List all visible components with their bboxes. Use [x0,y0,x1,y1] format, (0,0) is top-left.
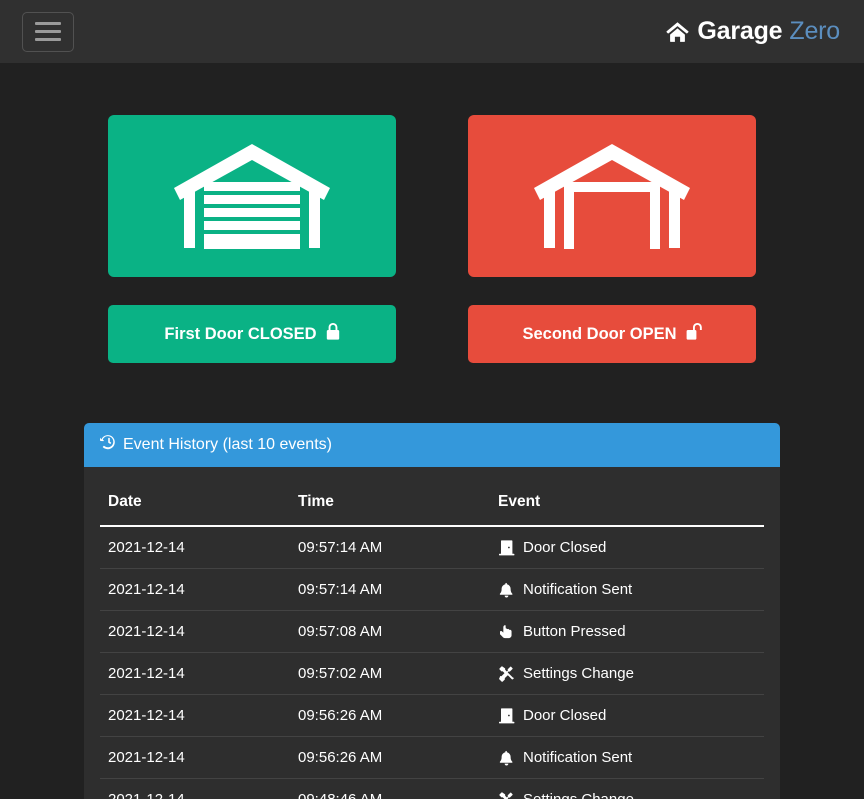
event-label: Door Closed [523,539,607,556]
cell-date: 2021-12-14 [100,568,290,611]
cell-event: Door Closed [490,526,764,569]
door-column-second: Second Door OPEN [468,115,756,363]
event-history-body: Date Time Event 2021-12-14 09:57:14 AM Doo… [84,467,780,799]
door-panel: First Door CLOSED Second Door OPEN [0,63,864,363]
navbar-toggler-button[interactable] [22,11,74,52]
event-label: Door Closed [523,707,607,724]
bell-icon [498,750,515,766]
lock-closed-icon [326,323,340,345]
cell-time: 09:57:02 AM [290,652,490,695]
cell-date: 2021-12-14 [100,652,290,695]
cell-time: 09:56:26 AM [290,736,490,779]
hand-pointer-icon [498,624,515,640]
hamburger-bar [35,22,61,25]
hamburger-bar [35,38,61,41]
event-history-table: Date Time Event 2021-12-14 09:57:14 AM Doo… [100,483,764,799]
cell-event: Notification Sent [490,568,764,611]
garage-open-card[interactable] [468,115,756,277]
lock-open-icon [686,323,702,345]
event-history-card: Event History (last 10 events) Date Time… [84,423,780,799]
home-icon [665,20,690,44]
table-head: Date Time Event [100,483,764,527]
event-cell: Settings Change [498,665,756,682]
cell-event: Settings Change [490,652,764,695]
cell-time: 09:57:14 AM [290,568,490,611]
history-icon [99,434,116,455]
event-history-section: Event History (last 10 events) Date Time… [84,423,780,799]
event-cell: Notification Sent [498,581,756,598]
first-door-status-label: First Door CLOSED [164,324,317,343]
first-door-status-button[interactable]: First Door CLOSED [108,305,396,363]
event-history-title: Event History (last 10 events) [123,435,332,453]
table-row: 2021-12-14 09:57:14 AM Notification Sent [100,568,764,611]
event-label: Notification Sent [523,581,633,598]
table-row: 2021-12-14 09:56:26 AM Notification Sent [100,736,764,779]
event-cell: Settings Change [498,791,756,799]
second-door-status-label: Second Door OPEN [522,324,677,343]
garage-closed-card[interactable] [108,115,396,277]
table-row: 2021-12-14 09:57:14 AM Door Closed [100,526,764,569]
table-body: 2021-12-14 09:57:14 AM Door Closed 2021-12-… [100,526,764,799]
cell-date: 2021-12-14 [100,736,290,779]
tools-icon [498,791,515,799]
event-label: Settings Change [523,665,634,682]
table-row: 2021-12-1409:48:46 AM Settings Change [100,778,764,799]
cell-event: Door Closed [490,694,764,737]
event-label: Settings Change [523,791,634,799]
cell-time: 09:48:46 AM [290,778,490,799]
cell-time: 09:56:26 AM [290,694,490,737]
door-closed-icon [498,539,515,556]
cell-event: Notification Sent [490,736,764,779]
cell-date: 2021-12-14 [100,526,290,569]
table-row: 2021-12-14 09:57:08 AM Button Pressed [100,610,764,653]
cell-time: 09:57:08 AM [290,610,490,653]
column-header-event[interactable]: Event [490,483,764,527]
door-closed-icon [498,707,515,724]
navbar: Garage Zero [0,0,864,63]
cell-event: Settings Change [490,778,764,799]
event-history-header: Event History (last 10 events) [84,423,780,467]
table-row: 2021-12-14 09:56:26 AM Door Closed [100,694,764,737]
tools-icon [498,665,515,682]
event-cell: Notification Sent [498,749,756,766]
hamburger-bar [35,30,61,33]
navbar-brand[interactable]: Garage Zero [665,17,840,46]
brand-primary-text: Garage [697,17,783,45]
brand-accent-text: Zero [789,17,840,45]
column-header-date[interactable]: Date [100,483,290,527]
garage-open-icon [532,138,692,255]
cell-event: Button Pressed [490,610,764,653]
door-column-first: First Door CLOSED [108,115,396,363]
event-cell: Button Pressed [498,623,756,640]
cell-date: 2021-12-14 [100,610,290,653]
second-door-status-button[interactable]: Second Door OPEN [468,305,756,363]
table-row: 2021-12-14 09:57:02 AM Settings Change [100,652,764,695]
event-cell: Door Closed [498,539,756,556]
event-cell: Door Closed [498,707,756,724]
cell-date: 2021-12-14 [100,694,290,737]
bell-icon [498,582,515,598]
cell-time: 09:57:14 AM [290,526,490,569]
column-header-time[interactable]: Time [290,483,490,527]
table-header-row: Date Time Event [100,483,764,527]
cell-date: 2021-12-14 [100,778,290,799]
event-label: Button Pressed [523,623,626,640]
garage-closed-icon [172,138,332,255]
event-label: Notification Sent [523,749,633,766]
